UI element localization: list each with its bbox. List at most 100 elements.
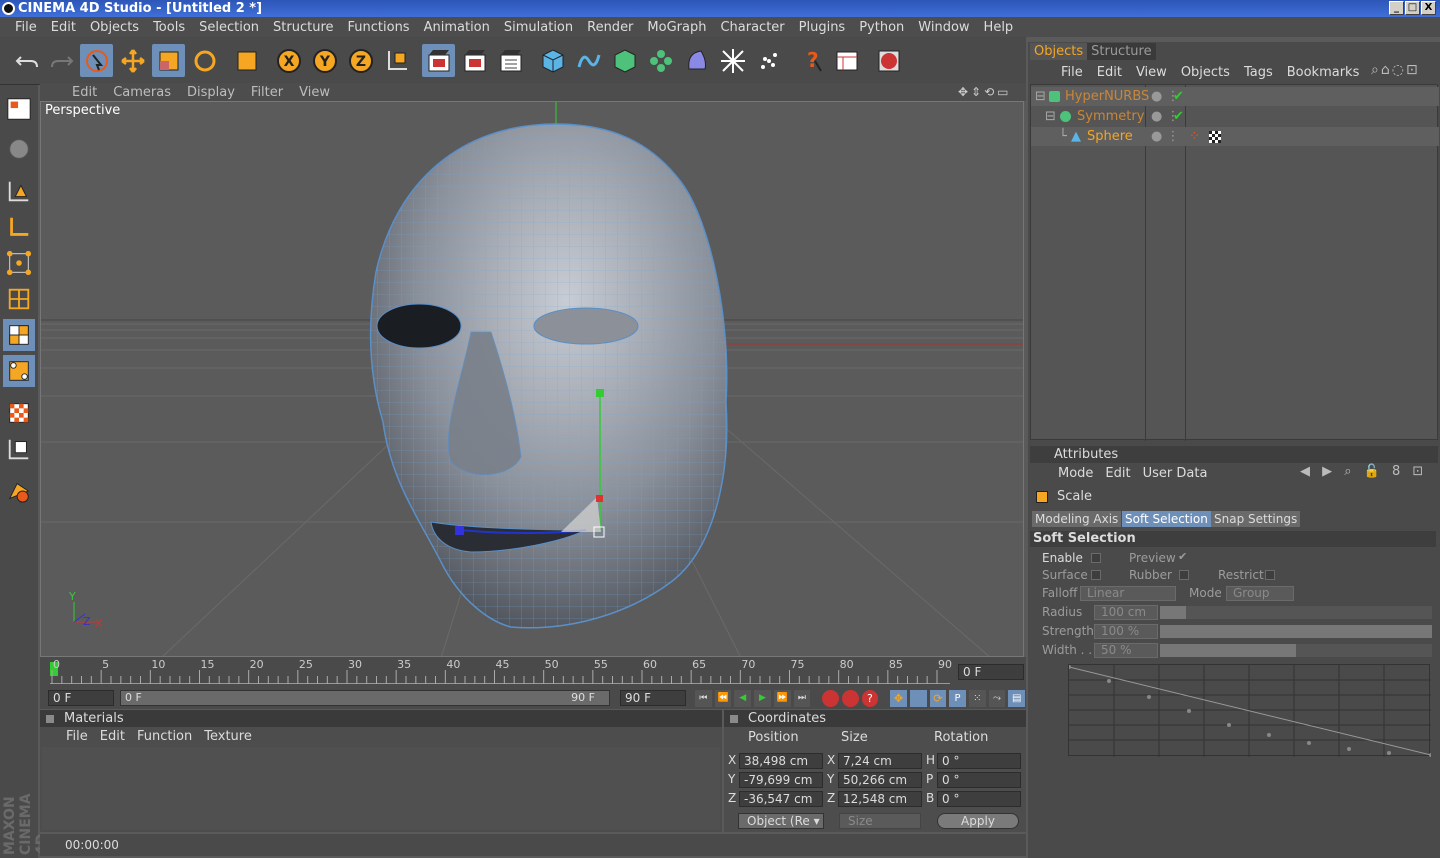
particles-icon[interactable] [752,44,785,77]
coordinate-mode-select[interactable]: Object (Re ▾ [738,813,824,829]
materials-menu-function[interactable]: Function [131,729,198,744]
tab-snap-settings[interactable]: Snap Settings [1211,511,1301,527]
edges-mode-icon[interactable] [3,283,35,315]
key-parameter-icon[interactable]: P [949,690,966,707]
timeline-ruler[interactable]: 0 5 10 15 20 25 30 35 40 45 50 55 60 65 70 75 80 85 90 0 F [40,657,1026,687]
viewport-layout-icon[interactable] [3,93,35,125]
objects-menu-tags[interactable]: Tags [1237,65,1280,80]
strength-slider[interactable] [1160,625,1432,638]
object-row-sphere[interactable]: └ ▲ Sphere ● ⋮ ⁘ [1031,127,1439,146]
scene-icon[interactable] [716,44,749,77]
surface-checkbox[interactable] [1091,570,1101,580]
width-slider[interactable] [1160,644,1432,657]
menu-window[interactable]: Window [911,20,976,35]
render-settings-icon[interactable] [494,44,527,77]
objects-menu-view[interactable]: View [1129,65,1174,80]
spline-icon[interactable] [572,44,605,77]
scale-icon[interactable] [152,44,185,77]
autokey-icon[interactable] [841,690,859,707]
viewport-nav-icons[interactable]: ✥⇕⟲▭ [958,85,1022,99]
attributes-nav-icons[interactable]: ◀ ▶ ⌕ 🔓 8 ⊡ [1294,464,1433,479]
array-icon[interactable] [644,44,677,77]
restrict-checkbox[interactable] [1265,570,1275,580]
objects-menu-file[interactable]: File [1054,65,1090,80]
materials-menu-edit[interactable]: Edit [94,729,131,744]
visibility-dots[interactable]: ● ⋮ [1151,127,1179,146]
menu-render[interactable]: Render [580,20,640,35]
move-icon[interactable] [116,44,149,77]
strength-field[interactable]: 100 % [1094,624,1158,639]
radius-field[interactable]: 100 cm [1094,605,1158,620]
keyframe-help-icon[interactable]: ? [861,690,879,707]
menu-character[interactable]: Character [713,20,791,35]
menu-animation[interactable]: Animation [417,20,497,35]
materials-menu-file[interactable]: File [60,729,94,744]
texture-mode-icon[interactable] [3,397,35,429]
materials-area[interactable] [42,747,720,830]
apply-button[interactable]: Apply [937,813,1019,829]
object-row-symmetry[interactable]: ⊟ Symmetry ● ⋮ ✔ [1031,107,1439,126]
objects-menu-edit[interactable]: Edit [1090,65,1129,80]
points-mode-icon[interactable] [3,247,35,279]
size-mode-select[interactable]: Size [839,813,921,829]
collapse-icon[interactable]: ⊟ [1035,87,1046,106]
size-field[interactable]: 50,266 cm [838,772,922,788]
key-rotation-icon[interactable]: ⟳ [929,690,947,707]
size-field[interactable]: 12,548 cm [838,791,922,807]
viewport-menu-edit[interactable]: Edit [64,85,105,100]
layout-icon[interactable] [830,44,863,77]
tab-soft-selection[interactable]: Soft Selection [1122,511,1211,527]
current-frame-field[interactable]: 0 F [958,664,1024,680]
rotation-field[interactable]: 0 ° [937,772,1021,788]
objects-nav-icons[interactable]: ⌕⌂◌⊡ [1364,62,1427,78]
collapse-icon[interactable]: ⊟ [1045,107,1056,126]
falloff-curve-graph[interactable] [1068,664,1431,757]
attributes-menu-edit[interactable]: Edit [1099,466,1136,481]
redo-icon[interactable] [45,44,78,77]
timeline-track[interactable]: 0 5 10 15 20 25 30 35 40 45 50 55 60 65 70 75 80 85 90 [50,658,952,684]
rotation-field[interactable]: 0 ° [937,753,1021,769]
menu-tools[interactable]: Tools [146,20,192,35]
cube-icon[interactable] [536,44,569,77]
minimize-button[interactable]: _ [1389,1,1404,15]
materials-menu-texture[interactable]: Texture [198,729,258,744]
scheme-icon[interactable]: ▤ [1008,690,1026,707]
objects-menu-objects[interactable]: Objects [1174,65,1237,80]
viewport-menu-display[interactable]: Display [179,85,243,100]
z-axis-icon[interactable]: Z [344,44,377,77]
menu-edit[interactable]: Edit [44,20,83,35]
menu-help[interactable]: Help [977,20,1021,35]
objects-menu-bookmarks[interactable]: Bookmarks [1280,65,1367,80]
menu-selection[interactable]: Selection [192,20,266,35]
live-selection-icon[interactable] [80,44,113,77]
menu-plugins[interactable]: Plugins [792,20,853,35]
help-icon[interactable]: ? [794,44,827,77]
rubber-checkbox[interactable] [1179,570,1189,580]
preview-checkbox[interactable]: ✔ [1178,550,1187,563]
menu-simulation[interactable]: Simulation [497,20,580,35]
last-tool-icon[interactable] [230,44,263,77]
radius-slider[interactable] [1160,606,1432,619]
range-slider[interactable]: 0 F 90 F [120,690,610,706]
menu-functions[interactable]: Functions [341,20,417,35]
texture-tag-icon[interactable] [1209,131,1221,143]
y-axis-icon[interactable]: Y [308,44,341,77]
close-button[interactable]: X [1421,1,1436,15]
enabled-check-icon[interactable]: ✔ [1173,87,1184,106]
rotate-icon[interactable] [188,44,221,77]
interpolation-icon[interactable]: ⤳ [988,690,1006,707]
prev-key-icon[interactable]: ⏪ [714,690,732,707]
end-frame-field[interactable]: 90 F [620,690,686,706]
tweak-mode-icon[interactable] [3,475,35,507]
model-tool-icon[interactable] [3,133,35,165]
tab-objects[interactable]: Objects [1030,43,1088,60]
position-field[interactable]: 38,498 cm [739,753,823,769]
world-coordinates-icon[interactable] [380,44,413,77]
menu-structure[interactable]: Structure [266,20,340,35]
attributes-menu-user-data[interactable]: User Data [1137,466,1214,481]
goto-end-icon[interactable]: ⏭ [793,690,811,707]
workplane-icon[interactable] [3,433,35,465]
tab-modeling-axis[interactable]: Modeling Axis [1032,511,1122,527]
3d-viewport[interactable]: Y Z X Perspective [40,101,1024,657]
viewport-menu-cameras[interactable]: Cameras [105,85,179,100]
